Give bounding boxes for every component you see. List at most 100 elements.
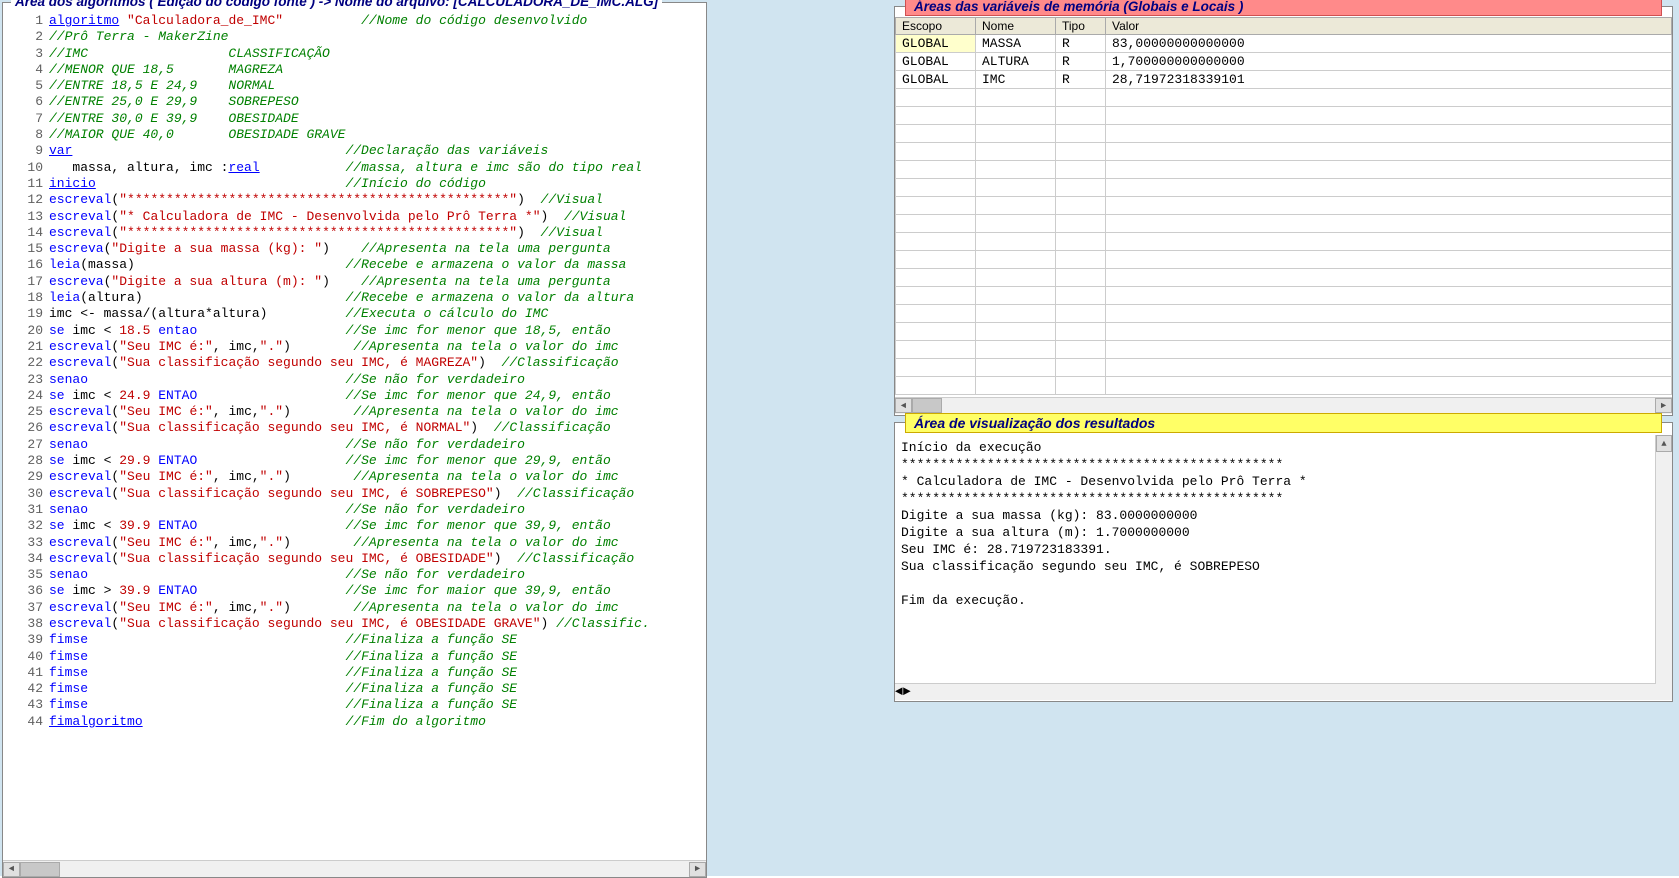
code-content[interactable]: fimse //Finaliza a função SE: [49, 649, 706, 665]
code-content[interactable]: senao //Se não for verdadeiro: [49, 437, 706, 453]
code-line[interactable]: 13escreval("* Calculadora de IMC - Desen…: [3, 209, 706, 225]
code-line[interactable]: 23senao //Se não for verdadeiro: [3, 372, 706, 388]
table-row[interactable]: [896, 161, 1672, 179]
code-content[interactable]: inicio //Início do código: [49, 176, 706, 192]
code-line[interactable]: 44fimalgoritmo //Fim do algoritmo: [3, 714, 706, 730]
code-line[interactable]: 3//IMC CLASSIFICAÇÃO: [3, 46, 706, 62]
code-line[interactable]: 18leia(altura) //Recebe e armazena o val…: [3, 290, 706, 306]
table-row[interactable]: [896, 143, 1672, 161]
vars-hscrollbar[interactable]: ◄ ►: [895, 397, 1672, 414]
code-line[interactable]: 39fimse //Finaliza a função SE: [3, 632, 706, 648]
code-line[interactable]: 9var //Declaração das variáveis: [3, 143, 706, 159]
table-row[interactable]: [896, 287, 1672, 305]
code-line[interactable]: 8//MAIOR QUE 40,0 OBESIDADE GRAVE: [3, 127, 706, 143]
table-row[interactable]: [896, 269, 1672, 287]
code-content[interactable]: escreval("******************************…: [49, 192, 706, 208]
scroll-up-icon[interactable]: ▲: [1656, 435, 1672, 452]
table-row[interactable]: [896, 341, 1672, 359]
table-row[interactable]: [896, 179, 1672, 197]
column-header[interactable]: Escopo: [896, 18, 976, 35]
scroll-left-icon[interactable]: ◄: [3, 862, 20, 877]
code-content[interactable]: se imc < 18.5 entao //Se imc for menor q…: [49, 323, 706, 339]
code-line[interactable]: 25escreval("Seu IMC é:", imc,".") //Apre…: [3, 404, 706, 420]
results-hscrollbar[interactable]: ◄ ►: [895, 683, 1672, 700]
code-content[interactable]: //MENOR QUE 18,5 MAGREZA: [49, 62, 706, 78]
scroll-left-icon[interactable]: ◄: [895, 684, 903, 700]
code-line[interactable]: 4//MENOR QUE 18,5 MAGREZA: [3, 62, 706, 78]
column-header[interactable]: Nome: [976, 18, 1056, 35]
code-line[interactable]: 42fimse //Finaliza a função SE: [3, 681, 706, 697]
code-line[interactable]: 27senao //Se não for verdadeiro: [3, 437, 706, 453]
table-row[interactable]: [896, 377, 1672, 395]
code-content[interactable]: //ENTRE 25,0 E 29,9 SOBREPESO: [49, 94, 706, 110]
code-line[interactable]: 19imc <- massa/(altura*altura) //Executa…: [3, 306, 706, 322]
code-content[interactable]: escreval("Sua classificação segundo seu …: [49, 355, 706, 371]
code-line[interactable]: 40fimse //Finaliza a função SE: [3, 649, 706, 665]
table-row[interactable]: [896, 197, 1672, 215]
code-content[interactable]: escreval("Seu IMC é:", imc,".") //Aprese…: [49, 339, 706, 355]
code-line[interactable]: 10 massa, altura, imc :real //massa, alt…: [3, 160, 706, 176]
code-content[interactable]: escreval("Seu IMC é:", imc,".") //Aprese…: [49, 600, 706, 616]
code-content[interactable]: fimse //Finaliza a função SE: [49, 697, 706, 713]
code-content[interactable]: escreval("Seu IMC é:", imc,".") //Aprese…: [49, 535, 706, 551]
code-content[interactable]: escreval("Sua classificação segundo seu …: [49, 551, 706, 567]
code-content[interactable]: fimse //Finaliza a função SE: [49, 681, 706, 697]
code-content[interactable]: fimalgoritmo //Fim do algoritmo: [49, 714, 706, 730]
code-line[interactable]: 20se imc < 18.5 entao //Se imc for menor…: [3, 323, 706, 339]
code-hscrollbar[interactable]: ◄ ►: [3, 860, 706, 877]
column-header[interactable]: Tipo: [1056, 18, 1106, 35]
code-content[interactable]: massa, altura, imc :real //massa, altura…: [49, 160, 706, 176]
code-line[interactable]: 6//ENTRE 25,0 E 29,9 SOBREPESO: [3, 94, 706, 110]
code-line[interactable]: 28se imc < 29.9 ENTAO //Se imc for menor…: [3, 453, 706, 469]
code-content[interactable]: imc <- massa/(altura*altura) //Executa o…: [49, 306, 706, 322]
code-content[interactable]: fimse //Finaliza a função SE: [49, 665, 706, 681]
code-line[interactable]: 33escreval("Seu IMC é:", imc,".") //Apre…: [3, 535, 706, 551]
code-line[interactable]: 26escreval("Sua classificação segundo se…: [3, 420, 706, 436]
code-line[interactable]: 2//Prô Terra - MakerZine: [3, 29, 706, 45]
code-content[interactable]: //Prô Terra - MakerZine: [49, 29, 706, 45]
code-content[interactable]: se imc < 24.9 ENTAO //Se imc for menor q…: [49, 388, 706, 404]
code-line[interactable]: 5//ENTRE 18,5 E 24,9 NORMAL: [3, 78, 706, 94]
code-content[interactable]: escreval("Sua classificação segundo seu …: [49, 486, 706, 502]
code-content[interactable]: leia(massa) //Recebe e armazena o valor …: [49, 257, 706, 273]
code-line[interactable]: 41fimse //Finaliza a função SE: [3, 665, 706, 681]
code-line[interactable]: 32se imc < 39.9 ENTAO //Se imc for menor…: [3, 518, 706, 534]
code-content[interactable]: escreva("Digite a sua massa (kg): ") //A…: [49, 241, 706, 257]
table-row[interactable]: [896, 125, 1672, 143]
code-line[interactable]: 29escreval("Seu IMC é:", imc,".") //Apre…: [3, 469, 706, 485]
code-content[interactable]: leia(altura) //Recebe e armazena o valor…: [49, 290, 706, 306]
scroll-thumb[interactable]: [912, 398, 942, 413]
code-line[interactable]: 43fimse //Finaliza a função SE: [3, 697, 706, 713]
table-row[interactable]: [896, 251, 1672, 269]
column-header[interactable]: Valor: [1106, 18, 1672, 35]
code-content[interactable]: senao //Se não for verdadeiro: [49, 567, 706, 583]
code-content[interactable]: //IMC CLASSIFICAÇÃO: [49, 46, 706, 62]
code-content[interactable]: se imc > 39.9 ENTAO //Se imc for maior q…: [49, 583, 706, 599]
scroll-right-icon[interactable]: ►: [689, 862, 706, 877]
code-content[interactable]: se imc < 29.9 ENTAO //Se imc for menor q…: [49, 453, 706, 469]
code-content[interactable]: escreval("Seu IMC é:", imc,".") //Aprese…: [49, 404, 706, 420]
code-line[interactable]: 21escreval("Seu IMC é:", imc,".") //Apre…: [3, 339, 706, 355]
code-content[interactable]: escreval("******************************…: [49, 225, 706, 241]
code-content[interactable]: var //Declaração das variáveis: [49, 143, 706, 159]
code-content[interactable]: senao //Se não for verdadeiro: [49, 372, 706, 388]
variables-table-wrap[interactable]: EscopoNomeTipoValor GLOBALMASSAR83,00000…: [895, 17, 1672, 397]
code-line[interactable]: 35senao //Se não for verdadeiro: [3, 567, 706, 583]
table-row[interactable]: [896, 305, 1672, 323]
table-row[interactable]: GLOBALMASSAR83,00000000000000: [896, 35, 1672, 53]
table-row[interactable]: [896, 233, 1672, 251]
code-content[interactable]: escreva("Digite a sua altura (m): ") //A…: [49, 274, 706, 290]
scroll-right-icon[interactable]: ►: [1655, 398, 1672, 413]
table-row[interactable]: GLOBALIMCR28,71972318339101: [896, 71, 1672, 89]
variables-table[interactable]: EscopoNomeTipoValor GLOBALMASSAR83,00000…: [895, 17, 1672, 395]
code-content[interactable]: escreval("Sua classificação segundo seu …: [49, 420, 706, 436]
table-row[interactable]: [896, 107, 1672, 125]
code-area[interactable]: 1algoritmo "Calculadora_de_IMC" //Nome d…: [3, 9, 706, 860]
code-content[interactable]: algoritmo "Calculadora_de_IMC" //Nome do…: [49, 13, 706, 29]
table-row[interactable]: [896, 323, 1672, 341]
scroll-right-icon[interactable]: ►: [903, 684, 911, 700]
table-row[interactable]: GLOBALALTURAR1,700000000000000: [896, 53, 1672, 71]
code-line[interactable]: 12escreval("****************************…: [3, 192, 706, 208]
code-content[interactable]: //ENTRE 30,0 E 39,9 OBESIDADE: [49, 111, 706, 127]
code-content[interactable]: escreval("* Calculadora de IMC - Desenvo…: [49, 209, 706, 225]
